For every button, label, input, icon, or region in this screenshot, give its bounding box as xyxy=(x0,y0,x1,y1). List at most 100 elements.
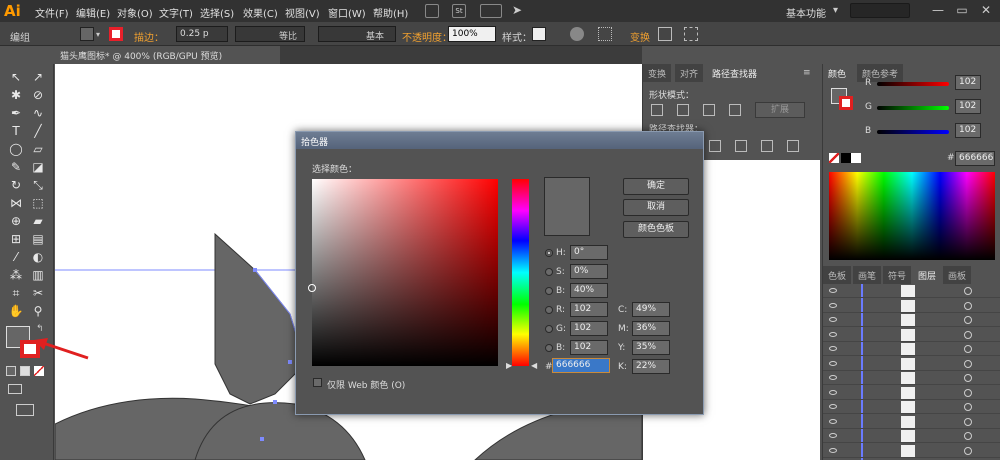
magic-wand-tool-icon[interactable]: ✱ xyxy=(6,86,26,104)
opacity-label[interactable]: 不透明度： xyxy=(402,29,452,44)
screen-mode-icon[interactable] xyxy=(16,404,34,416)
tab-transform[interactable]: 变换 xyxy=(643,64,672,82)
shape-builder-tool-icon[interactable]: ⊕ xyxy=(6,212,26,230)
y-field[interactable]: 35% xyxy=(632,340,670,355)
hex-input[interactable]: 666666 xyxy=(552,358,610,373)
close-icon[interactable]: ✕ xyxy=(978,3,994,17)
blue-field[interactable]: 102 xyxy=(570,340,608,355)
mesh-tool-icon[interactable]: ⊞ xyxy=(6,230,26,248)
pencil-tool-icon[interactable]: ✎ xyxy=(6,158,26,176)
tab-swatches[interactable]: 色板 xyxy=(823,266,852,284)
arrange-icon[interactable] xyxy=(684,27,698,41)
tab-pathfinder[interactable]: 路径查找器 xyxy=(707,64,763,82)
selection-tool-icon[interactable]: ↖ xyxy=(6,68,26,86)
black-swatch[interactable] xyxy=(841,153,851,163)
m-field[interactable]: 36% xyxy=(632,321,670,336)
g-field[interactable]: 102 xyxy=(955,99,981,114)
r-radio[interactable] xyxy=(545,306,553,314)
hue-pointer-right-icon[interactable]: ◀ xyxy=(531,361,537,370)
none-mode-icon[interactable] xyxy=(34,366,44,376)
document-tab[interactable]: 猫头鹰图标* @ 400% (RGB/GPU 预览) xyxy=(54,46,280,64)
scale-tool-icon[interactable]: ⤡ xyxy=(28,176,48,194)
s-field[interactable]: 0% xyxy=(570,264,608,279)
white-swatch[interactable] xyxy=(851,153,861,163)
menu-edit[interactable]: 编辑(E) xyxy=(76,5,110,20)
fill-dropdown-icon[interactable]: ▾ xyxy=(96,30,100,39)
target-circle-icon[interactable] xyxy=(964,287,972,295)
target-circle-icon[interactable] xyxy=(964,403,972,411)
blue-radio[interactable] xyxy=(545,344,553,352)
profile-dropdown[interactable]: 等比 xyxy=(235,26,305,42)
curvature-tool-icon[interactable]: ∿ xyxy=(28,104,48,122)
rotate-tool-icon[interactable]: ↻ xyxy=(6,176,26,194)
color-swatches-button[interactable]: 颜色色板 xyxy=(623,221,689,238)
target-circle-icon[interactable] xyxy=(964,432,972,440)
tab-color[interactable]: 颜色 xyxy=(823,64,852,82)
blend-tool-icon[interactable]: ◐ xyxy=(28,248,48,266)
layer-row[interactable] xyxy=(823,444,1000,458)
direct-selection-tool-icon[interactable]: ↗ xyxy=(28,68,48,86)
stroke-weight-field[interactable]: 0.25 p xyxy=(176,26,228,42)
target-circle-icon[interactable] xyxy=(964,374,972,382)
visibility-eye-icon[interactable] xyxy=(829,346,837,351)
visibility-eye-icon[interactable] xyxy=(829,360,837,366)
saturation-value-field[interactable] xyxy=(312,179,498,366)
stock-icon[interactable]: St xyxy=(452,4,466,18)
artboard-tool-icon[interactable]: ⌗ xyxy=(6,284,26,302)
exclude-icon[interactable] xyxy=(729,104,741,116)
stroke-swatch[interactable] xyxy=(109,27,123,41)
send-icon[interactable]: ➤ xyxy=(512,3,522,17)
width-tool-icon[interactable]: ⋈ xyxy=(6,194,26,212)
b-slider[interactable] xyxy=(877,130,949,134)
r-slider[interactable] xyxy=(877,82,949,86)
line-tool-icon[interactable]: ╱ xyxy=(28,122,48,140)
visibility-eye-icon[interactable] xyxy=(829,317,837,322)
layer-row[interactable] xyxy=(823,429,1000,443)
layer-row[interactable] xyxy=(823,415,1000,429)
layer-row[interactable] xyxy=(823,299,1000,313)
hue-pointer-left-icon[interactable]: ▶ xyxy=(506,361,512,370)
arrange-docs-icon[interactable] xyxy=(480,4,502,18)
color-mode-icon[interactable] xyxy=(6,366,16,376)
intersect-icon[interactable] xyxy=(703,104,715,116)
menu-object[interactable]: 对象(O) xyxy=(117,5,153,20)
color-spectrum[interactable] xyxy=(829,172,995,260)
target-circle-icon[interactable] xyxy=(964,446,972,455)
minus-front-icon[interactable] xyxy=(677,104,689,116)
visibility-eye-icon[interactable] xyxy=(829,389,837,395)
visibility-eye-icon[interactable] xyxy=(829,288,837,293)
layer-row[interactable] xyxy=(823,328,1000,342)
eraser-tool-icon[interactable]: ▱ xyxy=(28,140,48,158)
stroke-label[interactable]: 描边： xyxy=(134,29,164,44)
unite-icon[interactable] xyxy=(651,104,663,116)
target-circle-icon[interactable] xyxy=(964,330,972,339)
menu-view[interactable]: 视图(V) xyxy=(285,5,320,20)
eyedropper-tool-icon[interactable]: ⁄ xyxy=(6,248,26,266)
visibility-eye-icon[interactable] xyxy=(829,404,837,409)
tab-color-guide[interactable]: 颜色参考 xyxy=(857,64,904,82)
type-tool-icon[interactable]: T xyxy=(6,122,26,140)
style-swatch[interactable] xyxy=(532,27,546,41)
web-only-checkbox[interactable] xyxy=(313,378,322,387)
c-field[interactable]: 49% xyxy=(632,302,670,317)
brightness-field[interactable]: 40% xyxy=(570,283,608,298)
search-field[interactable] xyxy=(850,3,910,18)
k-field[interactable]: 22% xyxy=(632,359,670,374)
perspective-tool-icon[interactable]: ▰ xyxy=(28,212,48,230)
layer-row[interactable] xyxy=(823,313,1000,327)
tab-layers[interactable]: 图层 xyxy=(913,266,942,284)
none-swatch-icon[interactable] xyxy=(829,153,839,163)
gradient-tool-icon[interactable]: ▤ xyxy=(28,230,48,248)
s-radio[interactable] xyxy=(545,268,553,276)
target-circle-icon[interactable] xyxy=(964,388,972,397)
brush-dropdown[interactable]: 基本 xyxy=(318,26,396,42)
pen-tool-icon[interactable]: ✒ xyxy=(6,104,26,122)
menu-select[interactable]: 选择(S) xyxy=(200,5,234,20)
hex-field[interactable]: 666666 xyxy=(955,151,995,166)
layer-row[interactable] xyxy=(823,386,1000,400)
target-circle-icon[interactable] xyxy=(964,417,972,426)
merge-icon[interactable] xyxy=(735,140,747,152)
b-radio[interactable] xyxy=(545,287,553,295)
tab-symbols[interactable]: 符号 xyxy=(883,266,912,284)
target-circle-icon[interactable] xyxy=(964,345,972,353)
